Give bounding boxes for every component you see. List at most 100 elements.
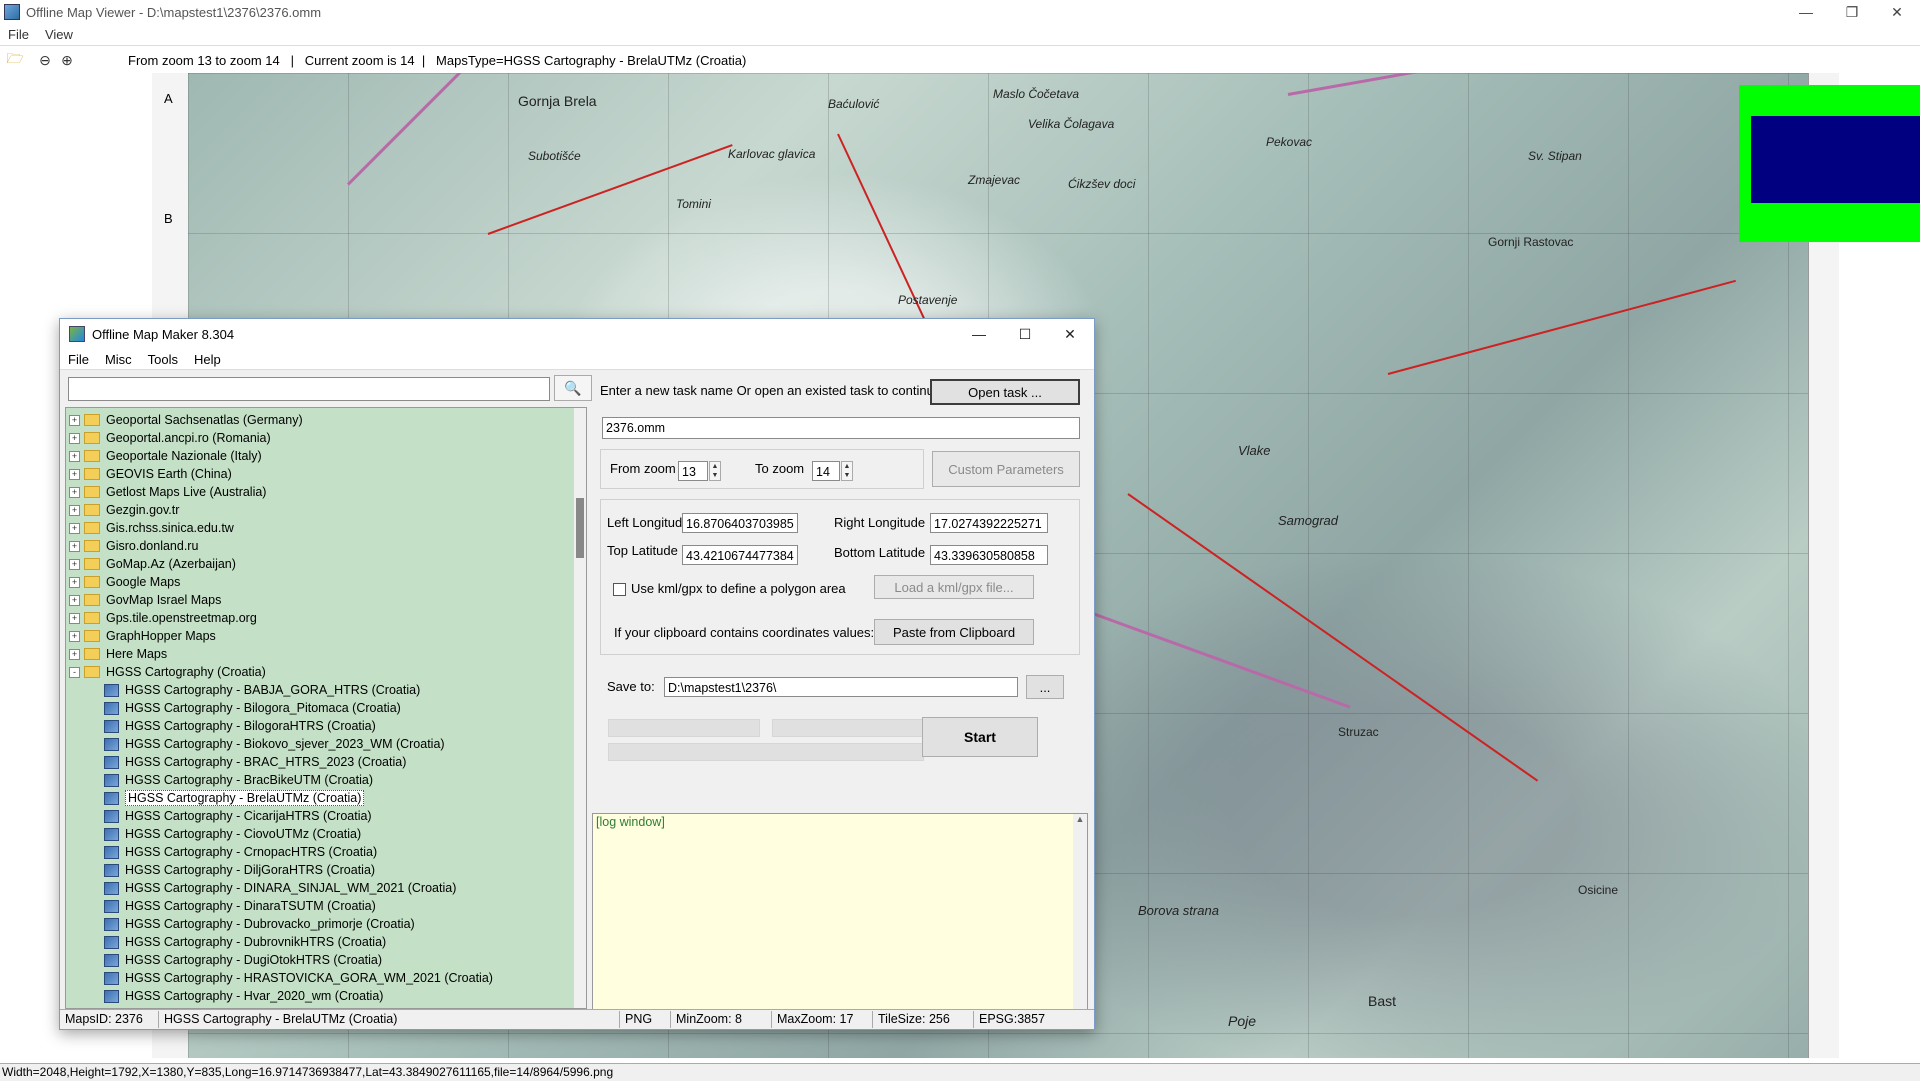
left-longitude-input[interactable]: 16.8706403703985 — [682, 513, 798, 533]
tree-folder-item[interactable]: + Gisro.donland.ru — [66, 537, 198, 555]
tree-map-item[interactable]: HGSS Cartography - Bilogora_Pitomaca (Cr… — [66, 699, 401, 717]
tree-folder-item[interactable]: + Gezgin.gov.tr — [66, 501, 179, 519]
browse-button[interactable]: ... — [1026, 675, 1064, 699]
scroll-up-icon[interactable]: ▲ — [1073, 814, 1087, 824]
map-icon — [104, 755, 119, 769]
tree-map-item[interactable]: HGSS Cartography - CicarijaHTRS (Croatia… — [66, 807, 372, 825]
map-label: Pekovac — [1266, 135, 1313, 149]
tree-map-item[interactable]: HGSS Cartography - Dubrovacko_primorje (… — [66, 915, 415, 933]
restore-icon[interactable]: ❐ — [1829, 0, 1875, 24]
from-zoom-input[interactable]: 13 — [678, 461, 708, 481]
dialog-maximize-icon[interactable]: ☐ — [1002, 319, 1048, 349]
tree-folder-item[interactable]: + Geoportale Nazionale (Italy) — [66, 447, 262, 465]
tree-folder-item[interactable]: + GoMap.Az (Azerbaijan) — [66, 555, 236, 573]
to-zoom-stepper[interactable]: ▲ ▼ — [841, 461, 853, 481]
expand-icon[interactable]: + — [69, 432, 80, 444]
search-button[interactable]: 🔍 — [554, 375, 592, 401]
zoom-in-icon[interactable]: ⊕ — [56, 49, 78, 71]
tree-map-item[interactable]: HGSS Cartography - BracBikeUTM (Croatia) — [66, 771, 373, 789]
menu-file[interactable]: File — [0, 27, 37, 42]
tree-scrollbar-thumb[interactable] — [576, 498, 584, 558]
task-name-input[interactable]: 2376.omm — [602, 417, 1080, 439]
tree-map-item[interactable]: HGSS Cartography - BrelaUTMz (Croatia) — [66, 789, 365, 807]
tree-folder-item[interactable]: + GraphHopper Maps — [66, 627, 216, 645]
tree-map-item[interactable]: HGSS Cartography - HRASTOVICKA_GORA_WM_2… — [66, 969, 493, 987]
open-task-button[interactable]: Open task ... — [930, 379, 1080, 405]
tree-map-item[interactable]: HGSS Cartography - DiljGoraHTRS (Croatia… — [66, 861, 375, 879]
map-label: Baćulović — [828, 97, 880, 111]
status-tile-size: TileSize: 256 — [873, 1011, 974, 1028]
map-search-input[interactable] — [68, 377, 550, 401]
log-window[interactable]: [log window] ▲▼ — [592, 813, 1088, 1023]
map-source-tree[interactable]: + Geoportal Sachsenatlas (Germany) + Geopor… — [65, 407, 587, 1009]
expand-icon[interactable]: + — [69, 504, 80, 516]
map-label: Sv. Stipan — [1528, 149, 1582, 163]
expand-icon[interactable]: + — [69, 648, 80, 660]
close-icon[interactable]: ✕ — [1874, 0, 1920, 24]
expand-icon[interactable]: + — [69, 612, 80, 624]
open-folder-icon[interactable]: 🗁 — [4, 49, 26, 71]
tree-folder-item[interactable]: + Google Maps — [66, 573, 180, 591]
expand-icon[interactable]: + — [69, 450, 80, 462]
tree-map-item[interactable]: HGSS Cartography - DinaraTSUTM (Croatia) — [66, 897, 376, 915]
right-longitude-input[interactable]: 17.0274392225271 — [930, 513, 1048, 533]
bottom-latitude-input[interactable]: 43.3396305808​58 — [930, 545, 1048, 565]
tree-map-item[interactable]: HGSS Cartography - DubrovnikHTRS (Croati… — [66, 933, 386, 951]
dialog-menu-file[interactable]: File — [60, 352, 97, 367]
tree-map-item[interactable]: HGSS Cartography - CiovoUTMz (Croatia) — [66, 825, 361, 843]
tree-folder-item[interactable]: + Getlost Maps Live (Australia) — [66, 483, 266, 501]
tree-folder-item[interactable]: + Gps.tile.openstreetmap.org — [66, 609, 257, 627]
tree-map-item[interactable]: HGSS Cartography - Biokovo_sjever_2023_W… — [66, 735, 445, 753]
from-zoom-stepper[interactable]: ▲ ▼ — [709, 461, 721, 481]
folder-icon — [84, 432, 100, 444]
tree-folder-item[interactable]: + Here Maps — [66, 645, 167, 663]
tree-map-item[interactable]: HGSS Cartography - BilogoraHTRS (Croatia… — [66, 717, 376, 735]
dialog-menu-misc[interactable]: Misc — [97, 352, 140, 367]
map-label: Vlake — [1238, 443, 1271, 458]
expand-icon[interactable]: + — [69, 540, 80, 552]
tree-map-item[interactable]: HGSS Cartography - DugiOtokHTRS (Croatia… — [66, 951, 382, 969]
expand-icon[interactable]: + — [69, 414, 80, 426]
expand-icon[interactable]: + — [69, 558, 80, 570]
expand-icon[interactable]: + — [69, 630, 80, 642]
status-format: PNG — [620, 1011, 671, 1028]
menu-view[interactable]: View — [37, 27, 81, 42]
tree-folder-item[interactable]: + Geoportal Sachsenatlas (Germany) — [66, 411, 303, 429]
dialog-minimize-icon[interactable]: — — [956, 319, 1002, 349]
top-latitude-input[interactable]: 43.4210674477384 — [682, 545, 798, 565]
tree-map-item[interactable]: HGSS Cartography - BABJA_GORA_HTRS (Croa… — [66, 681, 420, 699]
map-icon — [104, 845, 119, 859]
minimize-icon[interactable]: — — [1783, 0, 1829, 24]
save-to-input[interactable]: D:\mapstest1\2376\ — [664, 677, 1018, 697]
tree-map-item[interactable]: HGSS Cartography - DINARA_SINJAL_WM_2021… — [66, 879, 456, 897]
expand-icon[interactable]: + — [69, 594, 80, 606]
expand-icon[interactable]: + — [69, 468, 80, 480]
expand-icon[interactable]: + — [69, 576, 80, 588]
use-kml-checkbox[interactable] — [613, 583, 626, 596]
start-button[interactable]: Start — [922, 717, 1038, 757]
map-label: Zmajevac — [968, 173, 1021, 187]
zoom-out-icon[interactable]: ⊖ — [34, 49, 56, 71]
tree-map-item[interactable]: HGSS Cartography - CrnopacHTRS (Croatia) — [66, 843, 377, 861]
expand-icon[interactable]: + — [69, 522, 80, 534]
tree-folder-item[interactable]: + Gis.rchss.sinica.edu.tw — [66, 519, 234, 537]
collapse-icon[interactable]: - — [69, 666, 80, 678]
to-zoom-input[interactable]: 14 — [812, 461, 840, 481]
tree-map-item[interactable]: HGSS Cartography - BRAC_HTRS_2023 (Croat… — [66, 753, 406, 771]
tree-folder-item[interactable]: - HGSS Cartography (Croatia) — [66, 663, 266, 681]
expand-icon[interactable]: + — [69, 486, 80, 498]
progress-bar-total — [608, 743, 924, 761]
log-scrollbar[interactable]: ▲▼ — [1073, 814, 1087, 1022]
tree-map-item[interactable]: HGSS Cartography - Hvar_2020_wm (Croatia… — [66, 987, 383, 1005]
tree-item-label: Gisro.donland.ru — [106, 539, 199, 553]
load-kml-button[interactable]: Load a kml/gpx file... — [874, 575, 1034, 599]
tree-folder-item[interactable]: + Geoportal.ancpi.ro (Romania) — [66, 429, 271, 447]
tree-folder-item[interactable]: + GEOVIS Earth (China) — [66, 465, 232, 483]
tree-folder-item[interactable]: + GovMap Israel Maps — [66, 591, 221, 609]
dialog-close-icon[interactable]: ✕ — [1047, 319, 1093, 349]
paste-clipboard-button[interactable]: Paste from Clipboard — [874, 619, 1034, 645]
dialog-menu-help[interactable]: Help — [186, 352, 229, 367]
custom-parameters-button[interactable]: Custom Parameters — [932, 451, 1080, 487]
dialog-menu-tools[interactable]: Tools — [140, 352, 186, 367]
tree-scrollbar[interactable] — [574, 408, 586, 1008]
